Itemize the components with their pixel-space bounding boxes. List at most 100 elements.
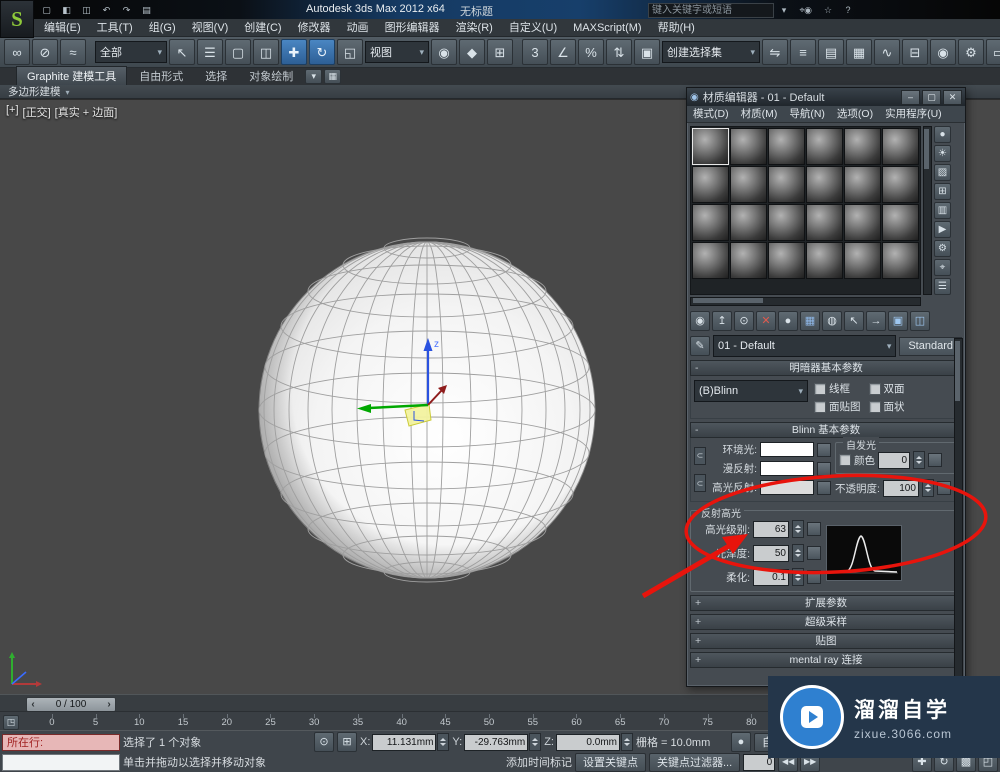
material-sample-slot[interactable] (730, 166, 767, 203)
search-scope-icon[interactable]: ▾ (776, 2, 792, 18)
material-sample-slot[interactable] (806, 128, 843, 165)
opacity-map-button[interactable] (937, 481, 951, 495)
color-swatch[interactable] (760, 480, 814, 495)
selection-lock-icon[interactable]: ⊙ (314, 732, 334, 752)
material-name-dropdown[interactable]: 01 - Default (713, 335, 896, 357)
map-navigator-icon[interactable]: ☰ (934, 278, 951, 295)
save-file-icon[interactable]: ◫ (78, 2, 95, 19)
communication-center-icon[interactable]: ◉ (800, 2, 816, 18)
opacity-spinner[interactable] (922, 479, 934, 497)
go-to-parent-icon[interactable]: ↖ (844, 311, 864, 331)
spinner-snap-icon[interactable]: ⇅ (606, 39, 632, 65)
ribbon-options-icon[interactable]: ▾ (305, 69, 322, 84)
material-editor-menu-item[interactable]: 实用程序(U) (879, 106, 948, 122)
lock-diffuse-specular-icon[interactable]: ⊂ (694, 474, 706, 492)
material-sample-slot[interactable] (806, 166, 843, 203)
rollout-scrollbar[interactable] (954, 338, 963, 680)
menu-item[interactable]: 视图(V) (184, 19, 237, 37)
select-and-manipulate-icon[interactable]: ◆ (459, 39, 485, 65)
y-spinner[interactable] (529, 733, 541, 751)
graphite-toggle-icon[interactable]: ▦ (846, 39, 872, 65)
menu-item[interactable]: 帮助(H) (650, 19, 703, 37)
lock-ambient-diffuse-icon[interactable]: ⊂ (694, 447, 706, 465)
minimize-button[interactable]: – (901, 90, 920, 105)
z-coordinate-field[interactable]: 0.0mm (556, 734, 620, 751)
time-slider-handle[interactable]: ‹ 0 / 100 › (26, 697, 116, 712)
material-map-navigator-icon[interactable]: ▣ (888, 311, 908, 331)
shader-option-checkbox[interactable]: 线框 (814, 381, 861, 396)
maxscript-listener-line[interactable]: 所在行: (2, 734, 120, 751)
specular-param-spinner[interactable] (792, 568, 804, 586)
reference-coordinate-dropdown[interactable]: 视图 (365, 41, 429, 63)
material-editor-icon[interactable]: ◉ (930, 39, 956, 65)
use-pivot-center-icon[interactable]: ◉ (431, 39, 457, 65)
menu-item[interactable]: MAXScript(M) (565, 19, 649, 37)
set-keys-icon[interactable]: ● (731, 732, 751, 752)
specular-extra-button[interactable] (807, 570, 821, 584)
color-swatch[interactable] (760, 461, 814, 476)
material-options-icon[interactable]: ⚙ (934, 240, 951, 257)
menu-item[interactable]: 工具(T) (89, 19, 141, 37)
specular-extra-button[interactable] (807, 546, 821, 560)
collapsed-rollout-header[interactable]: + 扩展参数 (690, 595, 962, 611)
material-sample-slot[interactable] (844, 128, 881, 165)
make-preview-side-icon[interactable]: ▶ (934, 221, 951, 238)
collapsed-rollout-header[interactable]: + 贴图 (690, 633, 962, 649)
key-filters-button[interactable]: 关键点过滤器... (649, 753, 740, 772)
material-sample-slot[interactable] (768, 166, 805, 203)
ribbon-minimize-icon[interactable]: ▦ (324, 69, 341, 84)
viewport-label-segment[interactable]: [真实 + 边面] (55, 104, 118, 120)
selection-filter-dropdown[interactable]: 全部 (95, 41, 167, 63)
maxscript-listener-input[interactable] (2, 754, 120, 771)
map-shortcut-button[interactable] (817, 481, 831, 495)
select-and-move-icon[interactable]: ✚ (281, 39, 307, 65)
get-material-icon[interactable]: ◉ (690, 311, 710, 331)
render-setup-icon[interactable]: ⚙ (958, 39, 984, 65)
redo-icon[interactable]: ↷ (118, 2, 135, 19)
close-button[interactable]: ✕ (943, 90, 962, 105)
bind-to-spacewarp-icon[interactable]: ≈ (60, 39, 86, 65)
previous-frame-arrow[interactable]: ‹ (27, 699, 39, 710)
specular-param-field[interactable]: 50 (753, 545, 789, 562)
x-coordinate-field[interactable]: 11.131mm (372, 734, 436, 751)
window-crossing-icon[interactable]: ◫ (253, 39, 279, 65)
next-frame-arrow[interactable]: › (103, 699, 115, 710)
material-sample-slot[interactable] (768, 204, 805, 241)
material-editor-menu-item[interactable]: 模式(D) (687, 106, 735, 122)
go-forward-sibling-icon[interactable]: → (866, 311, 886, 331)
material-sample-slot[interactable] (730, 128, 767, 165)
sample-uv-tiling-icon[interactable]: ⊞ (934, 183, 951, 200)
slot-horizontal-scrollbar[interactable] (690, 297, 921, 306)
z-spinner[interactable] (621, 733, 633, 751)
specular-param-spinner[interactable] (792, 520, 804, 538)
angle-snap-icon[interactable]: ∠ (550, 39, 576, 65)
specular-extra-button[interactable] (807, 522, 821, 536)
help-icon[interactable]: ? (840, 2, 856, 18)
menu-item[interactable]: 创建(C) (236, 19, 289, 37)
add-time-tag[interactable]: 添加时间标记 (506, 754, 572, 770)
show-map-in-viewport-icon[interactable]: ▦ (800, 311, 820, 331)
material-sample-slot[interactable] (692, 204, 729, 241)
color-swatch[interactable] (760, 442, 814, 457)
material-sample-slot[interactable] (730, 204, 767, 241)
material-sample-slot[interactable] (806, 204, 843, 241)
map-shortcut-button[interactable] (817, 462, 831, 476)
material-type-button[interactable]: Standard (899, 337, 962, 356)
keyboard-override-icon[interactable]: ⊞ (487, 39, 513, 65)
put-to-library-icon[interactable]: ↥ (712, 311, 732, 331)
select-by-name-icon[interactable]: ☰ (197, 39, 223, 65)
collapsed-rollout-header[interactable]: + mental ray 连接 (690, 652, 962, 668)
reset-map-icon[interactable]: ✕ (756, 311, 776, 331)
shader-option-checkbox[interactable]: 面贴图 (814, 399, 861, 414)
map-shortcut-button[interactable] (817, 443, 831, 457)
video-color-check-icon[interactable]: ▥ (934, 202, 951, 219)
ribbon-tab[interactable]: 对象绘制 (239, 67, 303, 85)
specular-param-field[interactable]: 63 (753, 521, 789, 538)
y-coordinate-field[interactable]: -29.763mm (464, 734, 528, 751)
rendered-frame-icon[interactable]: ▭ (986, 39, 1000, 65)
specular-param-spinner[interactable] (792, 544, 804, 562)
select-by-material-icon[interactable]: ⌖ (934, 259, 951, 276)
material-sample-slot[interactable] (844, 242, 881, 279)
select-object-icon[interactable]: ↖ (169, 39, 195, 65)
unlink-selection-icon[interactable]: ⊘ (32, 39, 58, 65)
